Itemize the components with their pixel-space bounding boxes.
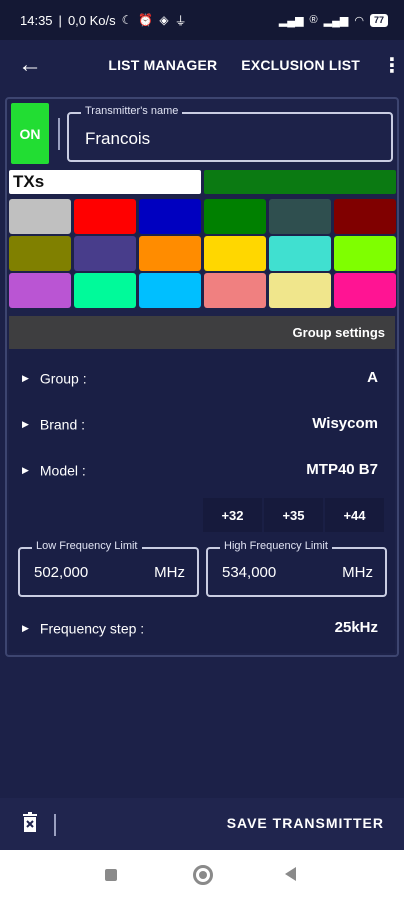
registered-icon: ®: [309, 14, 318, 26]
transmitter-name-value[interactable]: Francois: [85, 129, 150, 149]
tab-selected-color[interactable]: [204, 170, 396, 194]
model-value: MTP40 B7: [306, 461, 378, 478]
group-label: Group :: [39, 370, 87, 387]
model-label: Model :: [39, 462, 86, 479]
app-bar: ← LIST MANAGER EXCLUSION LIST ⋮: [0, 40, 404, 90]
nfc-icon: ◈: [159, 13, 169, 27]
color-swatch[interactable]: [204, 236, 266, 271]
high-frequency-field[interactable]: High Frequency Limit 534,000 MHz: [206, 540, 387, 597]
battery-icon: 77: [369, 13, 388, 27]
on-toggle-button[interactable]: ON: [11, 103, 49, 164]
color-swatch[interactable]: [269, 273, 331, 308]
delete-icon[interactable]: [22, 812, 38, 832]
divider: [54, 814, 56, 836]
preset-buttons: +32 +35 +44: [203, 498, 384, 532]
frequency-step-label: Frequency step :: [39, 620, 145, 637]
exclusion-list-button[interactable]: EXCLUSION LIST: [241, 57, 360, 73]
status-bar: 14:35 | 0,0 Ko/s ☾ ⏰ ◈ ⏚ ▂▄▆ ® ▂▄▆ ◠ 77: [0, 0, 404, 40]
moon-icon: ☾: [121, 13, 133, 27]
group-value: A: [367, 369, 378, 386]
usb-icon: ⏚: [174, 13, 187, 28]
wifi-icon: ◠: [354, 14, 364, 27]
color-swatch[interactable]: [9, 236, 71, 271]
caret-right-icon: ▶: [22, 418, 29, 429]
low-frequency-label: Low Frequency Limit: [32, 540, 142, 552]
signal-icon: ▂▄▆: [278, 14, 304, 27]
color-swatch[interactable]: [334, 273, 396, 308]
signal-icon-2: ▂▄▆: [323, 14, 349, 27]
color-swatch[interactable]: [74, 273, 136, 308]
high-frequency-unit: MHz: [342, 564, 373, 581]
color-swatch[interactable]: [9, 199, 71, 234]
high-frequency-label: High Frequency Limit: [220, 540, 332, 552]
save-transmitter-button[interactable]: SAVE TRANSMITTER: [227, 815, 384, 831]
color-swatch[interactable]: [269, 236, 331, 271]
low-frequency-field[interactable]: Low Frequency Limit 502,000 MHz: [18, 540, 199, 597]
transmitter-name-field[interactable]: Transmitter's name Francois: [67, 105, 393, 162]
high-frequency-value[interactable]: 534,000: [222, 564, 276, 581]
group-settings-header[interactable]: Group settings: [9, 316, 395, 349]
back-arrow-icon[interactable]: ←: [18, 51, 58, 79]
color-swatch[interactable]: [139, 199, 201, 234]
recent-apps-icon[interactable]: [105, 869, 117, 881]
group-row[interactable]: ▶ Group : A: [22, 369, 378, 386]
brand-row[interactable]: ▶ Brand : Wisycom: [22, 415, 378, 432]
divider: [58, 118, 60, 150]
color-swatch[interactable]: [334, 236, 396, 271]
color-swatch[interactable]: [334, 199, 396, 234]
tab-txs[interactable]: TXs: [9, 170, 201, 194]
transmitter-name-label: Transmitter's name: [81, 105, 183, 117]
caret-right-icon: ▶: [22, 464, 29, 475]
color-swatch[interactable]: [139, 273, 201, 308]
status-time: 14:35: [20, 12, 53, 28]
alarm-icon: ⏰: [138, 13, 154, 27]
brand-value: Wisycom: [312, 415, 378, 432]
frequency-step-row[interactable]: ▶ Frequency step : 25kHz: [22, 619, 378, 636]
preset-button[interactable]: +32: [203, 498, 262, 532]
model-row[interactable]: ▶ Model : MTP40 B7: [22, 461, 378, 478]
color-swatch[interactable]: [204, 199, 266, 234]
color-swatch[interactable]: [269, 199, 331, 234]
color-swatch[interactable]: [74, 236, 136, 271]
caret-right-icon: ▶: [22, 622, 29, 633]
back-triangle-icon[interactable]: [285, 867, 296, 881]
more-vert-icon[interactable]: ⋮: [382, 53, 402, 78]
home-icon[interactable]: [193, 865, 213, 885]
low-frequency-value[interactable]: 502,000: [34, 564, 88, 581]
color-palette: [9, 199, 397, 308]
color-swatch[interactable]: [9, 273, 71, 308]
color-swatch[interactable]: [74, 199, 136, 234]
preset-button[interactable]: +35: [264, 498, 323, 532]
preset-button[interactable]: +44: [325, 498, 384, 532]
color-swatch[interactable]: [204, 273, 266, 308]
bottom-action-bar: SAVE TRANSMITTER: [0, 798, 404, 850]
color-swatch[interactable]: [139, 236, 201, 271]
status-network-speed: 0,0 Ko/s: [67, 12, 116, 28]
frequency-step-value: 25kHz: [334, 619, 378, 636]
list-manager-button[interactable]: LIST MANAGER: [108, 57, 217, 73]
low-frequency-unit: MHz: [154, 564, 185, 581]
caret-right-icon: ▶: [22, 372, 29, 383]
system-navigation-bar: [0, 850, 404, 900]
brand-label: Brand :: [39, 416, 86, 433]
